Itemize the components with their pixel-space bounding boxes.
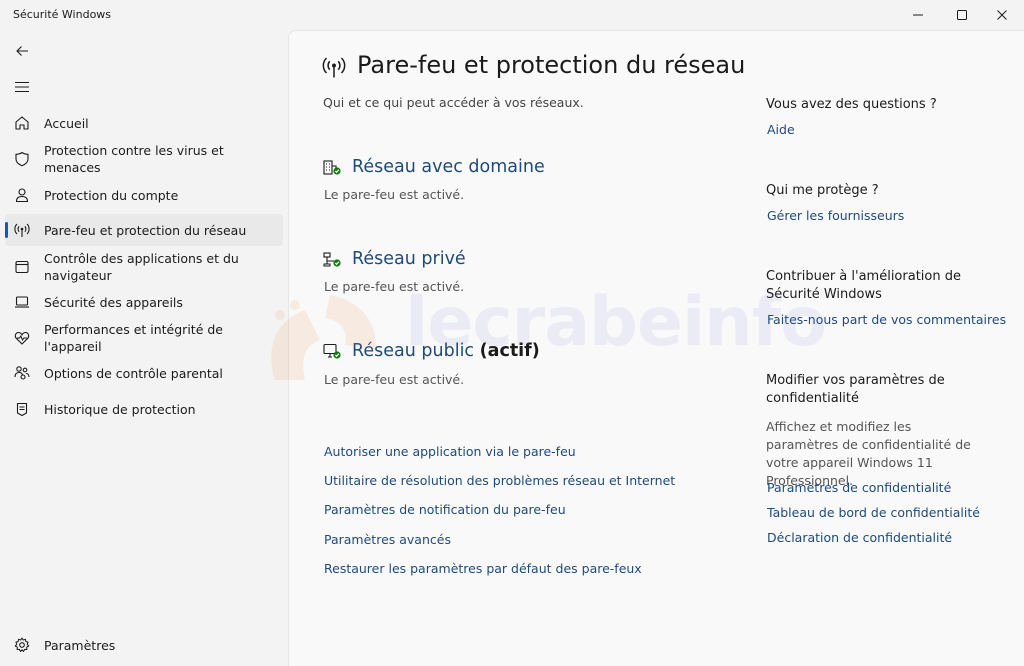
minimize-button[interactable] — [898, 0, 938, 30]
maximize-button[interactable] — [942, 0, 982, 30]
sidebar: Accueil Protection contre les virus et m… — [0, 30, 288, 666]
allow-app-link[interactable]: Autoriser une application via le pare-fe… — [324, 444, 576, 459]
notification-settings-link[interactable]: Paramètres de notification du pare-feu — [324, 502, 566, 517]
browser-window-icon — [13, 258, 31, 276]
sidebar-item-label: Accueil — [44, 115, 89, 131]
page-title: Pare-feu et protection du réseau — [357, 51, 746, 79]
network-active-badge: (actif) — [479, 341, 540, 361]
privacy-statement-link[interactable]: Déclaration de confidentialité — [767, 530, 952, 545]
antenna-icon — [322, 55, 346, 83]
close-icon — [997, 10, 1007, 20]
history-icon — [13, 400, 31, 418]
feedback-link[interactable]: Faites-nous part de vos commentaires — [767, 312, 1006, 327]
sidebar-item-label: Contrôle des applications et du navigate… — [44, 251, 239, 283]
private-network-icon — [322, 250, 342, 272]
maximize-icon — [957, 10, 967, 20]
antenna-icon — [13, 221, 31, 239]
sidebar-item-accueil[interactable]: Accueil — [5, 107, 283, 139]
network-domain-title: Réseau avec domaine — [352, 157, 545, 177]
manage-providers-link[interactable]: Gérer les fournisseurs — [767, 208, 904, 223]
network-domain-link[interactable]: Réseau avec domaine — [352, 157, 545, 177]
main-panel: Pare-feu et protection du réseau Qui et … — [288, 30, 1024, 666]
sidebar-item-label: Sécurité des appareils — [44, 294, 183, 310]
network-private-status: Le pare-feu est activé. — [324, 279, 465, 294]
minimize-icon — [913, 14, 923, 16]
window-title: Sécurité Windows — [13, 8, 112, 21]
sidebar-item-device-performance[interactable]: Performances et intégrité de l'appareil — [5, 322, 283, 354]
page-subtitle: Qui et ce qui peut accéder à vos réseaux… — [323, 95, 584, 110]
sidebar-item-settings[interactable]: Paramètres — [5, 629, 283, 661]
sidebar-item-parental-control[interactable]: Options de contrôle parental — [5, 357, 283, 389]
network-domain-status: Le pare-feu est activé. — [324, 187, 465, 202]
network-private-link[interactable]: Réseau privé — [352, 249, 466, 269]
sidebar-item-firewall[interactable]: Pare-feu et protection du réseau — [5, 214, 283, 246]
help-link[interactable]: Aide — [767, 122, 795, 137]
back-button[interactable] — [10, 39, 34, 63]
questions-heading: Vous avez des questions ? — [766, 97, 937, 112]
sidebar-item-label: Protection du compte — [44, 187, 179, 203]
advanced-settings-link[interactable]: Paramètres avancés — [324, 532, 451, 547]
selection-indicator — [5, 222, 8, 238]
shield-icon — [13, 150, 31, 168]
sidebar-item-account-protection[interactable]: Protection du compte — [5, 179, 283, 211]
heart-pulse-icon — [13, 329, 31, 347]
family-icon — [13, 364, 31, 382]
privacy-dashboard-link[interactable]: Tableau de bord de confidentialité — [767, 505, 980, 520]
troubleshooter-link[interactable]: Utilitaire de résolution des problèmes r… — [324, 473, 675, 488]
sidebar-item-label: Paramètres — [44, 637, 116, 653]
gear-icon — [13, 636, 31, 654]
title-bar: Sécurité Windows — [0, 0, 1024, 30]
sidebar-item-label: Pare-feu et protection du réseau — [44, 222, 247, 238]
network-public-link[interactable]: Réseau public (actif) — [352, 341, 540, 361]
restore-defaults-link[interactable]: Restaurer les paramètres par défaut des … — [324, 561, 642, 576]
hamburger-menu-icon — [15, 81, 29, 93]
network-public-title: Réseau public — [352, 341, 475, 361]
laptop-icon — [13, 293, 31, 311]
back-arrow-icon — [16, 46, 28, 56]
home-icon — [13, 114, 31, 132]
contribute-heading: Contribuer à l'amélioration de Sécurité … — [766, 269, 961, 302]
sidebar-item-label: Protection contre les virus et menaces — [44, 143, 224, 175]
public-network-icon — [322, 342, 342, 364]
privacy-settings-link[interactable]: Paramètres de confidentialité — [767, 480, 951, 495]
sidebar-item-app-browser-control[interactable]: Contrôle des applications et du navigate… — [5, 248, 283, 286]
sidebar-item-label: Options de contrôle parental — [44, 365, 223, 381]
network-public-status: Le pare-feu est activé. — [324, 372, 465, 387]
domain-network-icon — [322, 158, 342, 180]
person-icon — [13, 186, 31, 204]
sidebar-item-protection-history[interactable]: Historique de protection — [5, 393, 283, 425]
menu-button[interactable] — [10, 75, 34, 99]
network-private-title: Réseau privé — [352, 249, 466, 269]
sidebar-item-virus-protection[interactable]: Protection contre les virus et menaces — [5, 143, 283, 175]
privacy-heading: Modifier vos paramètres de confidentiali… — [766, 373, 945, 406]
protector-heading: Qui me protège ? — [766, 183, 879, 198]
sidebar-item-label: Historique de protection — [44, 401, 196, 417]
close-button[interactable] — [982, 0, 1022, 30]
sidebar-item-label: Performances et intégrité de l'appareil — [44, 322, 223, 354]
sidebar-item-device-security[interactable]: Sécurité des appareils — [5, 286, 283, 318]
